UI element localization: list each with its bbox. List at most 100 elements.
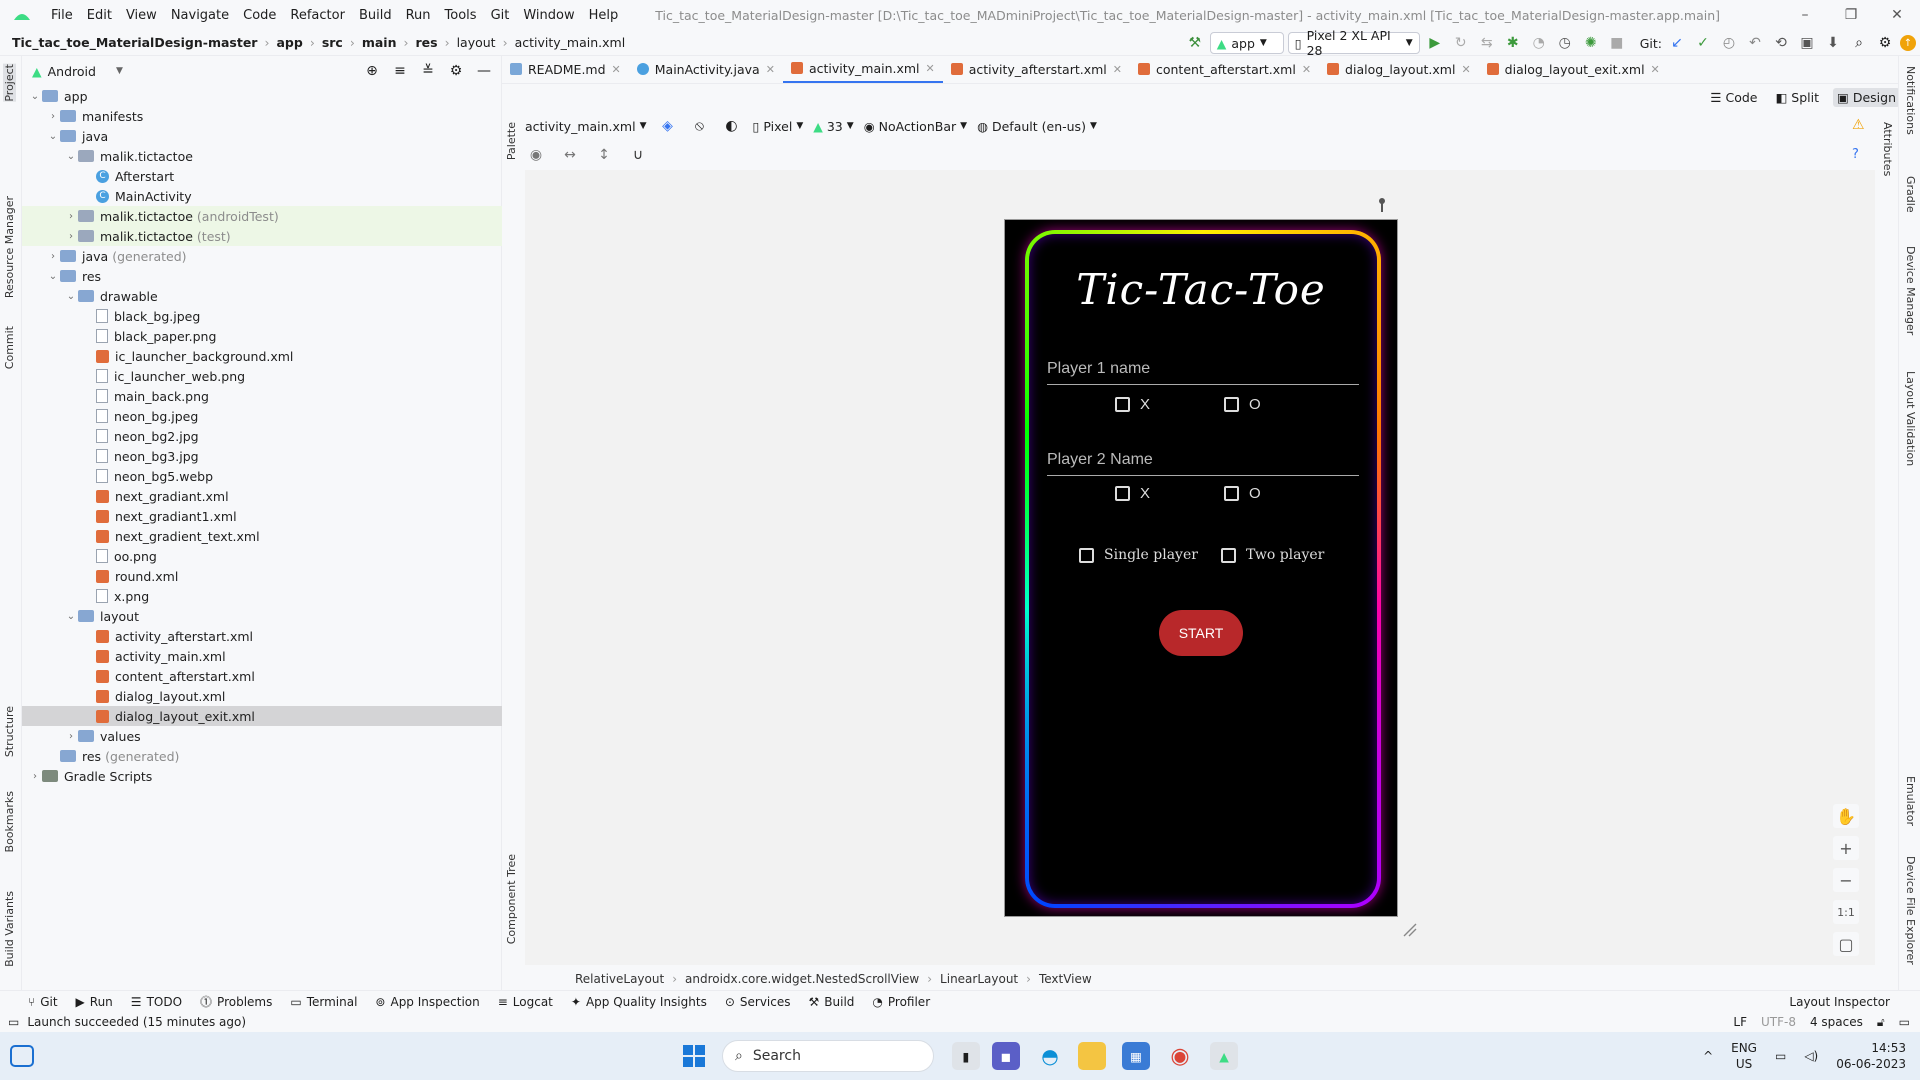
tree-item[interactable]: black_paper.png [22,326,502,346]
tree-item[interactable]: content_afterstart.xml [22,666,502,686]
tree-item[interactable]: ic_launcher_web.png [22,366,502,386]
player2-o-checkbox[interactable]: O [1224,485,1261,502]
layout-file-select[interactable]: activity_main.xml ▼ [525,119,647,134]
player2-x-checkbox[interactable]: X [1115,485,1150,502]
tree-item[interactable]: › Gradle Scripts [22,766,502,786]
component-breadcrumb-item[interactable]: androidx.core.widget.NestedScrollView [685,972,919,986]
run-icon[interactable]: ▶ [1424,32,1446,54]
tool-window-app-quality-insights[interactable]: ✦ App Quality Insights [571,995,707,1009]
chevron-down-icon[interactable]: ⌄ [28,91,42,102]
tree-item[interactable]: main_back.png [22,386,502,406]
vertical-arrows-icon[interactable]: ↕ [593,144,615,166]
palette-tool-button[interactable]: Palette [505,122,518,160]
sdk-manager-icon[interactable]: ⬇ [1822,32,1844,54]
tree-item[interactable]: neon_bg.jpeg [22,406,502,426]
editor-tab[interactable]: activity_afterstart.xml ✕ [943,55,1130,83]
language-indicator[interactable]: ENG US [1731,1040,1757,1072]
single-player-checkbox[interactable]: Single player [1079,547,1198,563]
settings-icon[interactable]: ⚙ [1874,32,1896,54]
menu-view[interactable]: View [119,8,164,23]
tree-item[interactable]: C Afterstart [22,166,502,186]
close-tab-icon[interactable]: ✕ [926,62,935,75]
debug-icon[interactable]: ✱ [1502,32,1524,54]
component-breadcrumb-item[interactable]: RelativeLayout [575,972,664,986]
status-message[interactable]: Launch succeeded (15 minutes ago) [27,1015,246,1029]
device-preview[interactable]: Tic-Tac-Toe Player 1 name X O Player 2 N… [1004,219,1398,917]
chevron-up-icon[interactable]: ^ [1703,1049,1713,1063]
hide-icon[interactable]: — [473,60,495,82]
menu-git[interactable]: Git [484,8,517,23]
gear-icon[interactable]: ⚙ [445,60,467,82]
tree-item[interactable]: neon_bg3.jpg [22,446,502,466]
menu-file[interactable]: File [44,8,80,23]
layout-validation-tool-button[interactable]: Layout Validation [1904,371,1917,466]
player1-o-checkbox[interactable]: O [1224,396,1261,413]
component-tree-tool-button[interactable]: Component Tree [505,854,518,944]
zoom-actual-size-button[interactable]: 1:1 [1833,900,1859,924]
zoom-in-icon[interactable]: + [1833,836,1859,860]
line-separator[interactable]: LF [1733,1015,1747,1029]
expand-all-icon[interactable]: ≡ [389,60,411,82]
run-config-select[interactable]: ▲ app ▼ [1209,32,1284,54]
chevron-right-icon[interactable]: › [28,771,42,782]
chevron-right-icon[interactable]: › [64,211,78,222]
bookmarks-tool-button[interactable]: Bookmarks [3,791,16,852]
start-menu-icon[interactable] [680,1042,708,1070]
editor-tab[interactable]: activity_main.xml ✕ [782,55,943,83]
device-manager-tool-button[interactable]: Device Manager [1904,246,1917,335]
two-player-checkbox[interactable]: Two player [1221,547,1324,563]
build-variants-tool-button[interactable]: Build Variants [3,891,16,967]
layout-inspector-button[interactable]: Layout Inspector [1789,995,1890,1009]
chevron-right-icon[interactable]: › [64,731,78,742]
volume-icon[interactable]: ◁) [1804,1049,1818,1063]
blueprint-off-icon[interactable]: ⦸ [689,115,711,137]
tree-item[interactable]: activity_afterstart.xml [22,626,502,646]
tool-window-terminal[interactable]: ▭ Terminal [290,995,357,1009]
emulator-tool-button[interactable]: Emulator [1904,776,1917,826]
close-icon[interactable]: ✕ [1874,0,1920,30]
tree-item[interactable]: › malik.tictactoe (test) [22,226,502,246]
tool-window-git[interactable]: ⑂ Git [28,995,58,1009]
tree-item[interactable]: black_bg.jpeg [22,306,502,326]
menu-run[interactable]: Run [399,8,438,23]
tool-window-run[interactable]: ▶ Run [76,995,113,1009]
chevron-down-icon[interactable]: ▼ [116,66,123,76]
chevron-down-icon[interactable]: ⌄ [64,291,78,302]
tree-item[interactable]: next_gradiant1.xml [22,506,502,526]
resource-manager-tool-button[interactable]: Resource Manager [3,196,16,298]
status-panel-icon[interactable]: ▭ [8,1015,19,1029]
edge-icon[interactable]: ◓ [1036,1042,1064,1070]
code-mode-button[interactable]: ☰ Code [1706,88,1761,107]
tree-item[interactable]: › java (generated) [22,246,502,266]
file-encoding[interactable]: UTF-8 [1761,1015,1796,1029]
chevron-right-icon[interactable]: › [46,111,60,122]
tree-item[interactable]: dialog_layout.xml [22,686,502,706]
task-view-icon[interactable]: ▮ [952,1042,980,1070]
tree-item[interactable]: activity_main.xml [22,646,502,666]
design-mode-button[interactable]: ▣ Design [1833,88,1900,107]
chevron-right-icon[interactable]: › [46,251,60,262]
commit-tool-button[interactable]: Commit [3,326,16,369]
horizontal-arrows-icon[interactable]: ↔ [559,144,581,166]
tree-item[interactable]: C MainActivity [22,186,502,206]
chevron-down-icon[interactable]: ⌄ [64,151,78,162]
tree-item[interactable]: › manifests [22,106,502,126]
editor-tab[interactable]: content_afterstart.xml ✕ [1130,55,1319,83]
close-tab-icon[interactable]: ✕ [1461,63,1470,76]
file-explorer-icon[interactable] [1078,1042,1106,1070]
player1-name-field[interactable]: Player 1 name [1047,360,1359,385]
tree-item[interactable]: ic_launcher_background.xml [22,346,502,366]
tool-window-profiler[interactable]: ◔ Profiler [872,995,930,1009]
menu-code[interactable]: Code [236,8,283,23]
breadcrumb-item[interactable]: activity_main.xml [511,35,630,50]
magnet-icon[interactable]: ∪ [627,144,649,166]
tree-item[interactable]: round.xml [22,566,502,586]
zoom-out-icon[interactable]: − [1833,868,1859,892]
locate-icon[interactable]: ⊕ [361,60,383,82]
tool-window-services[interactable]: ⊙ Services [725,995,791,1009]
device-file-explorer-tool-button[interactable]: Device File Explorer [1904,856,1917,965]
notifications-tool-button[interactable]: Notifications [1904,66,1917,135]
breadcrumb-item[interactable]: app [272,35,306,50]
menu-refactor[interactable]: Refactor [283,8,352,23]
warning-icon[interactable]: ⚠ [1852,117,1865,133]
